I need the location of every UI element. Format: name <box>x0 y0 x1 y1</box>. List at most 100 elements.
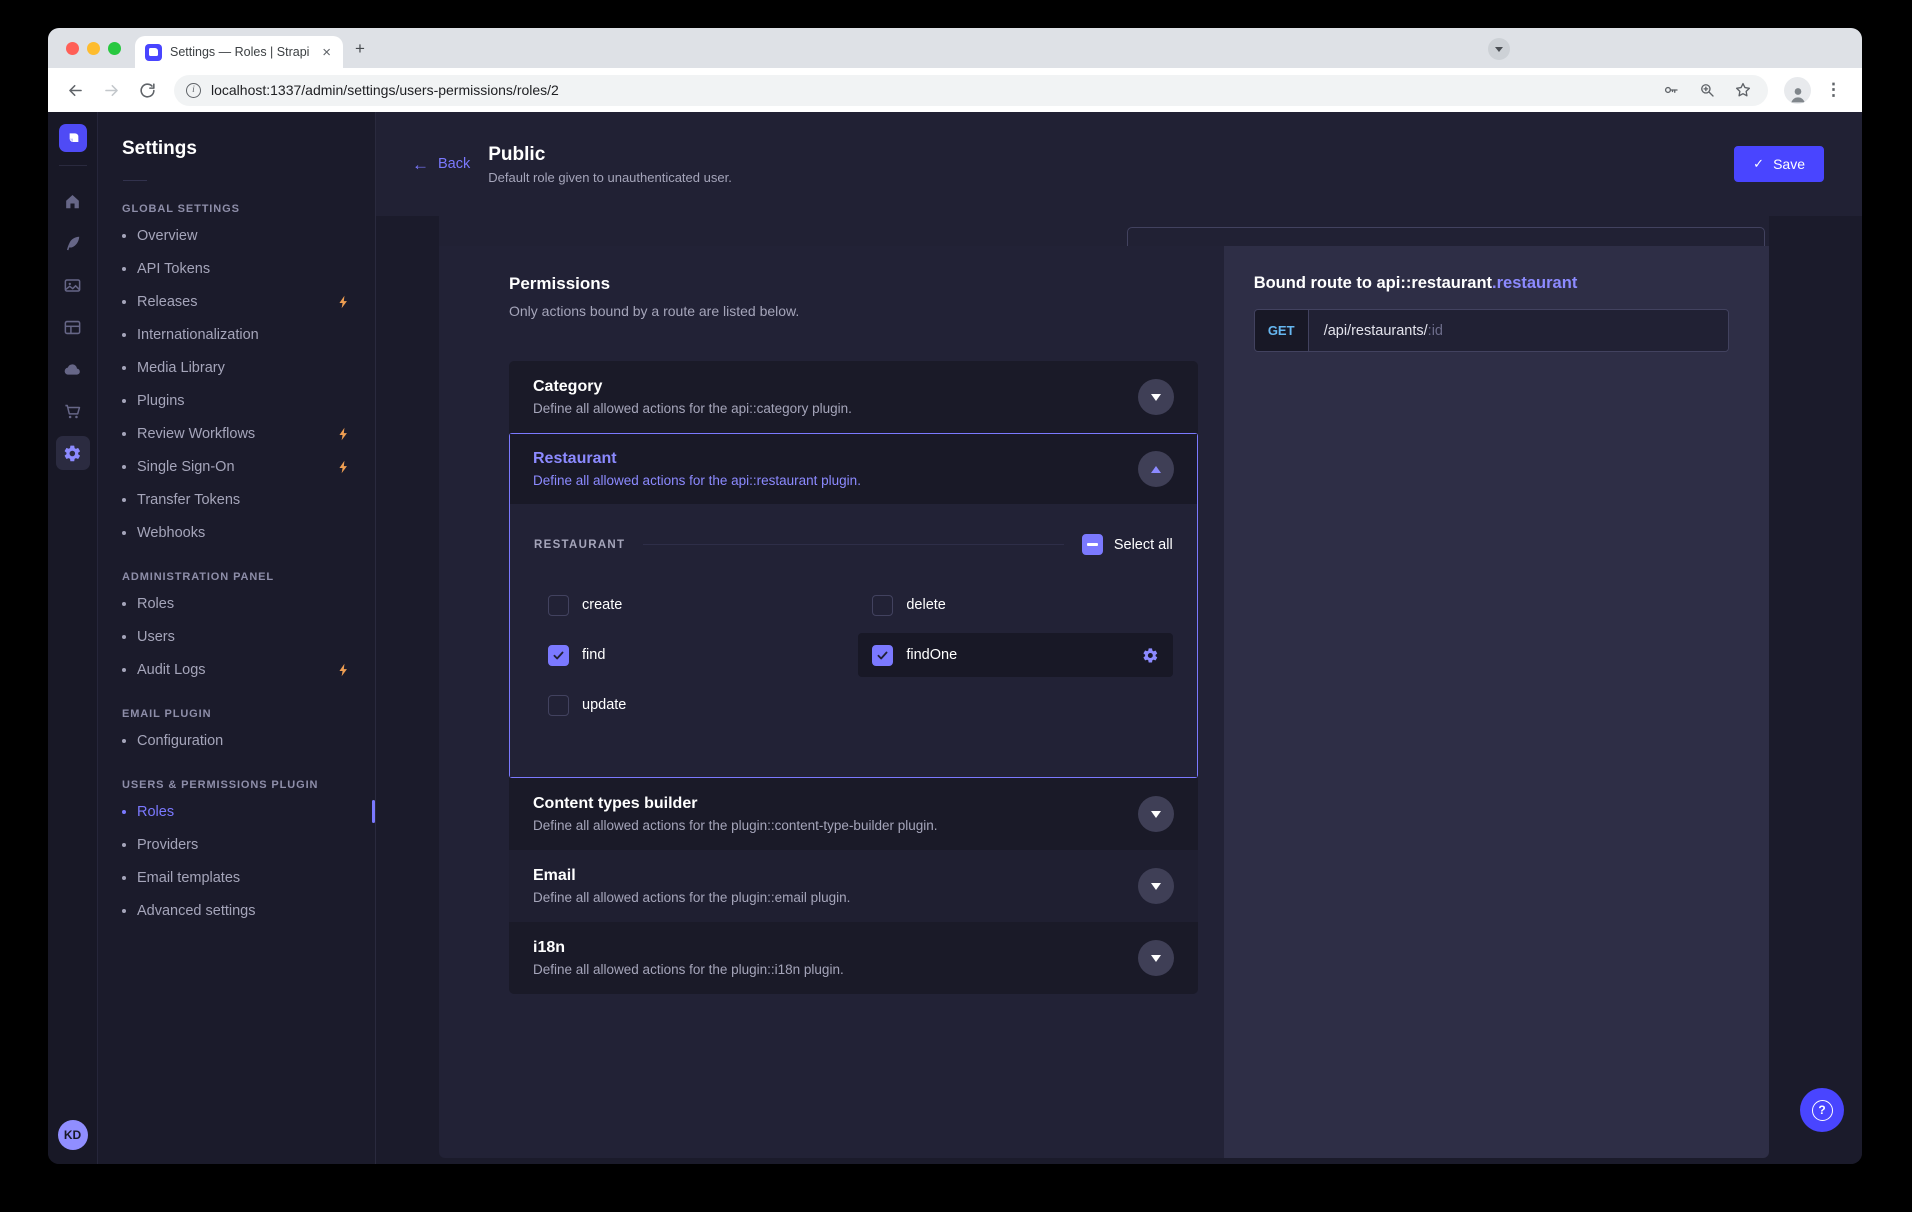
permissions-card: Permissions Only actions bound by a rout… <box>439 246 1769 1158</box>
role-details-card-edge <box>439 216 1769 246</box>
tab-title: Settings — Roles | Strapi <box>170 45 312 59</box>
sidebar-item-advanced-settings[interactable]: Advanced settings <box>122 894 375 927</box>
main-nav-rail: KD <box>48 112 98 1164</box>
user-avatar[interactable]: KD <box>58 1120 88 1150</box>
accordion-email[interactable]: Email Define all allowed actions for the… <box>509 850 1198 922</box>
nav-section-header: ADMINISTRATION PANEL <box>122 571 375 583</box>
action-update[interactable]: update <box>534 683 848 727</box>
sidebar-item-overview[interactable]: Overview <box>122 219 375 252</box>
question-mark-icon: ? <box>1812 1100 1833 1121</box>
content-type-builder-icon[interactable] <box>56 310 90 344</box>
new-tab-button[interactable]: + <box>355 36 365 62</box>
action-delete[interactable]: delete <box>858 583 1172 627</box>
checkbox-findone[interactable] <box>872 645 893 666</box>
sidebar-item-label: Overview <box>137 228 197 244</box>
sidebar-item-admin-users[interactable]: Users <box>122 620 375 653</box>
checkbox-delete[interactable] <box>872 595 893 616</box>
expand-chevron-button[interactable] <box>1138 940 1174 976</box>
back-link-label: Back <box>438 156 470 172</box>
window-minimize-button[interactable] <box>87 42 100 55</box>
browser-profile-avatar[interactable] <box>1784 77 1811 104</box>
sidebar-item-email-templates[interactable]: Email templates <box>122 861 375 894</box>
sidebar-item-review-workflows[interactable]: Review Workflows <box>122 417 375 450</box>
browser-menu-icon[interactable]: ⋮ <box>1817 80 1850 100</box>
sidebar-item-webhooks[interactable]: Webhooks <box>122 516 375 549</box>
accordion-description: Define all allowed actions for the plugi… <box>533 818 1122 833</box>
sidebar-item-providers[interactable]: Providers <box>122 828 375 861</box>
cloud-deploy-icon[interactable] <box>56 352 90 386</box>
checkbox-update[interactable] <box>548 695 569 716</box>
sidebar-item-transfer-tokens[interactable]: Transfer Tokens <box>122 483 375 516</box>
window-close-button[interactable] <box>66 42 79 55</box>
sidebar-item-email-configuration[interactable]: Configuration <box>122 724 375 757</box>
permissions-panel: Permissions Only actions bound by a rout… <box>439 246 1224 1158</box>
nav-section-global-settings: GLOBAL SETTINGS Overview API Tokens Rele… <box>122 203 375 549</box>
sidebar-item-up-roles[interactable]: Roles <box>122 795 375 828</box>
chevron-down-icon <box>1151 394 1161 401</box>
expand-chevron-button[interactable] <box>1138 379 1174 415</box>
forward-button[interactable] <box>96 75 126 105</box>
description-input-top-edge[interactable] <box>1127 227 1765 246</box>
checkbox-create[interactable] <box>548 595 569 616</box>
chevron-down-icon <box>1151 955 1161 962</box>
sidebar-item-audit-logs[interactable]: Audit Logs <box>122 653 375 686</box>
sidebar-item-single-sign-on[interactable]: Single Sign-On <box>122 450 375 483</box>
action-create[interactable]: create <box>534 583 848 627</box>
browser-tab-active[interactable]: Settings — Roles | Strapi × <box>135 36 343 68</box>
sidebar-item-admin-roles[interactable]: Roles <box>122 587 375 620</box>
settings-gear-icon[interactable] <box>56 436 90 470</box>
select-all-control[interactable]: Select all <box>1082 534 1173 555</box>
action-findone[interactable]: findOne <box>858 633 1172 677</box>
tab-close-icon[interactable]: × <box>320 44 333 61</box>
sidebar-item-label: Email templates <box>137 870 240 886</box>
back-link[interactable]: ← Back <box>412 156 470 173</box>
save-button[interactable]: ✓ Save <box>1734 146 1824 182</box>
expand-chevron-button[interactable] <box>1138 796 1174 832</box>
accordion-category[interactable]: Category Define all allowed actions for … <box>509 361 1198 433</box>
help-button[interactable]: ? <box>1800 1088 1844 1132</box>
action-label: update <box>582 697 626 713</box>
content-manager-feather-icon[interactable] <box>56 226 90 260</box>
select-all-checkbox[interactable] <box>1082 534 1103 555</box>
zoom-icon[interactable] <box>1694 77 1720 103</box>
permissions-accordion-group: Category Define all allowed actions for … <box>509 361 1198 994</box>
sidebar-item-label: API Tokens <box>137 261 210 277</box>
browser-window: Settings — Roles | Strapi × + i localhos… <box>48 28 1862 1164</box>
sidebar-item-label: Roles <box>137 596 174 612</box>
sidebar-item-label: Single Sign-On <box>137 459 235 475</box>
checkbox-find[interactable] <box>548 645 569 666</box>
back-button[interactable] <box>60 75 90 105</box>
sidebar-item-internationalization[interactable]: Internationalization <box>122 318 375 351</box>
action-label: delete <box>906 597 946 613</box>
sidebar-item-releases[interactable]: Releases <box>122 285 375 318</box>
window-zoom-button[interactable] <box>108 42 121 55</box>
action-settings-gear-icon[interactable] <box>1142 647 1159 664</box>
expand-chevron-button[interactable] <box>1138 868 1174 904</box>
home-icon[interactable] <box>56 184 90 218</box>
sidebar-item-media-library[interactable]: Media Library <box>122 351 375 384</box>
url-text[interactable]: localhost:1337/admin/settings/users-perm… <box>211 82 1648 98</box>
sidebar-item-plugins[interactable]: Plugins <box>122 384 375 417</box>
site-info-icon[interactable]: i <box>186 83 201 98</box>
accordion-i18n[interactable]: i18n Define all allowed actions for the … <box>509 922 1198 994</box>
accordion-restaurant-header[interactable]: Restaurant Define all allowed actions fo… <box>510 434 1197 504</box>
password-key-icon[interactable] <box>1658 77 1684 103</box>
action-find[interactable]: find <box>534 633 848 677</box>
tab-search-button[interactable] <box>1488 38 1510 60</box>
accordion-content-types-builder[interactable]: Content types builder Define all allowed… <box>509 778 1198 850</box>
marketplace-cart-icon[interactable] <box>56 394 90 428</box>
bound-route-panel: Bound route to api::restaurant.restauran… <box>1224 246 1769 1158</box>
url-bar[interactable]: i localhost:1337/admin/settings/users-pe… <box>174 75 1768 106</box>
sidebar-item-api-tokens[interactable]: API Tokens <box>122 252 375 285</box>
back-arrow-icon: ← <box>412 156 429 173</box>
sidebar-item-label: Audit Logs <box>137 662 206 678</box>
action-label: find <box>582 647 605 663</box>
lightning-icon <box>336 459 351 474</box>
strapi-logo[interactable] <box>59 124 87 152</box>
bookmark-star-icon[interactable] <box>1730 77 1756 103</box>
collapse-chevron-button[interactable] <box>1138 451 1174 487</box>
sidebar-item-label: Review Workflows <box>137 426 255 442</box>
sidebar-item-label: Roles <box>137 804 174 820</box>
reload-button[interactable] <box>132 75 162 105</box>
media-library-icon[interactable] <box>56 268 90 302</box>
